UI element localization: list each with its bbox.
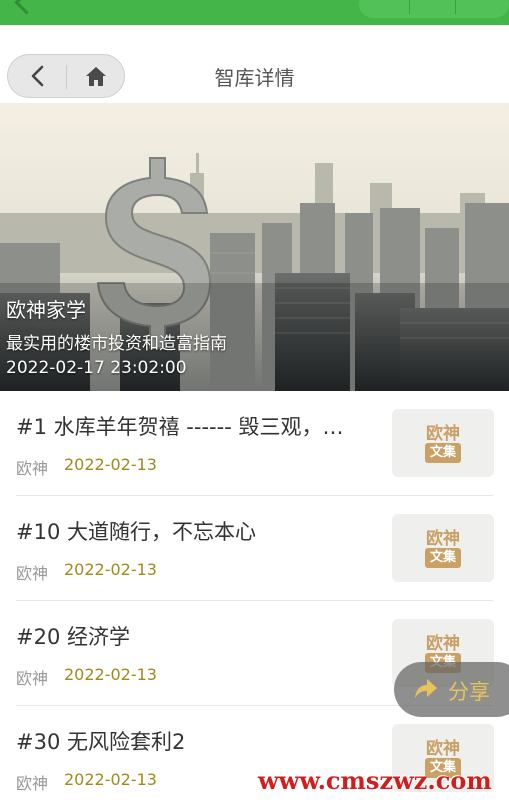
share-arrow-icon bbox=[415, 679, 437, 698]
hero-banner: 欧神家学 最实用的楼市投资和造富指南 2022-02-17 23:02:00 bbox=[0, 103, 509, 391]
article-thumbnail: 欧神 文集 bbox=[392, 514, 494, 582]
article-thumbnail: 欧神 文集 bbox=[392, 409, 494, 477]
article-author: 欧神 bbox=[16, 459, 49, 478]
article-author: 欧神 bbox=[16, 774, 49, 793]
thumbnail-label-top: 欧神 bbox=[426, 529, 460, 549]
article-author: 欧神 bbox=[16, 669, 49, 688]
list-item[interactable]: #10 大道随行，不忘本心 欧神 2022-02-13 欧神 文集 bbox=[0, 496, 509, 601]
article-date: 2022-02-13 bbox=[64, 455, 157, 474]
article-title: #1 水库羊年贺禧 ------ 毁三观，颠覆你对财富认知 bbox=[16, 415, 361, 439]
thumbnail-label-top: 欧神 bbox=[426, 424, 460, 444]
article-list: #1 水库羊年贺禧 ------ 毁三观，颠覆你对财富认知 欧神 2022-02… bbox=[0, 391, 509, 811]
list-item[interactable]: #1 水库羊年贺禧 ------ 毁三观，颠覆你对财富认知 欧神 2022-02… bbox=[0, 391, 509, 496]
capsule-divider bbox=[409, 0, 410, 14]
top-status-bar bbox=[0, 0, 509, 25]
article-date: 2022-02-13 bbox=[64, 560, 157, 579]
thumbnail-label-bottom: 文集 bbox=[425, 443, 461, 463]
article-title: #30 无风险套利2 bbox=[16, 730, 186, 754]
watermark: www.cmszwz.com bbox=[258, 766, 492, 795]
capsule-divider bbox=[455, 0, 456, 14]
article-title: #20 经济学 bbox=[16, 625, 130, 649]
article-author: 欧神 bbox=[16, 564, 49, 583]
top-back-icon[interactable] bbox=[14, 0, 39, 15]
hero-subtitle: 最实用的楼市投资和造富指南 bbox=[6, 334, 227, 354]
share-button[interactable]: 分享 bbox=[394, 662, 509, 717]
share-label: 分享 bbox=[448, 680, 490, 704]
mini-program-capsule[interactable] bbox=[359, 0, 509, 18]
list-item[interactable]: #30 无风险套利2 欧神 2022-02-13 欧神 文集 bbox=[0, 706, 509, 811]
thumbnail-label-top: 欧神 bbox=[426, 634, 460, 654]
nav-bar: 智库详情 bbox=[0, 52, 509, 100]
thumbnail-label-bottom: 文集 bbox=[425, 548, 461, 568]
article-title: #10 大道随行，不忘本心 bbox=[16, 520, 256, 544]
page-title: 智库详情 bbox=[214, 66, 295, 90]
hero-datetime: 2022-02-17 23:02:00 bbox=[6, 358, 187, 378]
thumbnail-label-top: 欧神 bbox=[426, 739, 460, 759]
hero-title: 欧神家学 bbox=[6, 298, 86, 322]
article-date: 2022-02-13 bbox=[64, 770, 157, 789]
article-date: 2022-02-13 bbox=[64, 665, 157, 684]
